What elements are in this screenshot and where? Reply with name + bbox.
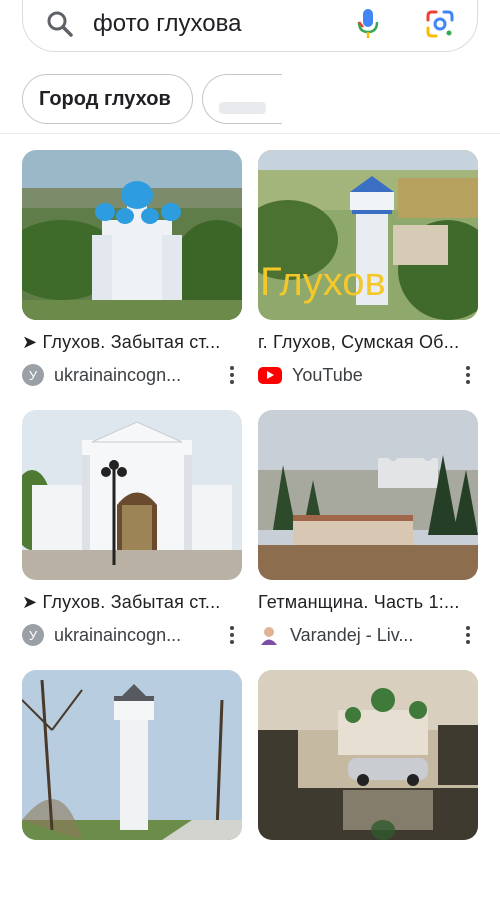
ukrainaincognita-icon: У (22, 624, 44, 646)
result-title[interactable]: Гетманщина. Часть 1:... (258, 592, 478, 613)
image-overlay-text: Глухов (260, 260, 386, 304)
youtube-icon (258, 366, 282, 384)
search-input[interactable]: фото глухова (93, 10, 355, 38)
microphone-icon[interactable] (355, 7, 381, 41)
result-title[interactable]: г. Глухов, Сумская Об... (258, 332, 478, 353)
source-name: ukrainaincogn... (54, 624, 182, 645)
result-source[interactable]: Varandej - Liv... (258, 623, 478, 647)
city-gate-photo (22, 410, 242, 580)
result-source[interactable]: YouTube (258, 363, 478, 387)
result-source[interactable]: У ukrainaincogn... (22, 623, 242, 647)
result-tile[interactable]: Глухов г. Глухов, Сумская Об... YouTube (258, 150, 478, 387)
tower-park-photo (22, 670, 242, 840)
result-thumbnail[interactable]: Глухов (258, 150, 478, 320)
result-thumbnail[interactable] (22, 410, 242, 580)
source-name: YouTube (292, 364, 363, 385)
search-icon (47, 11, 73, 37)
ukrainaincognita-icon: У (22, 364, 44, 386)
church-photo (22, 150, 242, 320)
more-options-icon[interactable] (222, 364, 242, 386)
result-tile[interactable] (22, 670, 242, 840)
result-title[interactable]: ➤ Глухов. Забытая ст... (22, 332, 242, 353)
result-tile[interactable]: ➤ Глухов. Забытая ст... У ukrainaincogn.… (22, 410, 242, 647)
user-avatar-icon (258, 624, 280, 646)
more-options-icon[interactable] (458, 364, 478, 386)
more-options-icon[interactable] (458, 624, 478, 646)
source-name: Varandej - Liv... (290, 624, 414, 645)
result-title[interactable]: ➤ Глухов. Забытая ст... (22, 592, 242, 613)
result-source[interactable]: У ukrainaincogn... (22, 363, 242, 387)
google-lens-icon[interactable] (425, 9, 455, 39)
town-panorama-photo (258, 410, 478, 580)
result-thumbnail[interactable] (22, 150, 242, 320)
result-thumbnail[interactable] (258, 410, 478, 580)
source-name: ukrainaincogn... (54, 364, 182, 385)
result-thumbnail[interactable] (22, 670, 242, 840)
result-thumbnail[interactable] (258, 670, 478, 840)
more-options-icon[interactable] (222, 624, 242, 646)
result-tile[interactable]: ➤ Глухов. Забытая ст... У ukrainaincogn.… (22, 150, 242, 387)
search-bar[interactable]: фото глухова (22, 0, 478, 52)
result-tile[interactable] (258, 670, 478, 840)
chip-next[interactable] (202, 74, 282, 124)
church-reflection-photo (258, 670, 478, 840)
chip-placeholder (219, 102, 266, 114)
water-tower-photo: Глухов (258, 150, 478, 320)
chip-gorod-glukhov[interactable]: Город глухов (22, 74, 193, 124)
chip-label: Город глухов (39, 87, 171, 110)
result-tile[interactable]: Гетманщина. Часть 1:... Varandej - Liv..… (258, 410, 478, 647)
